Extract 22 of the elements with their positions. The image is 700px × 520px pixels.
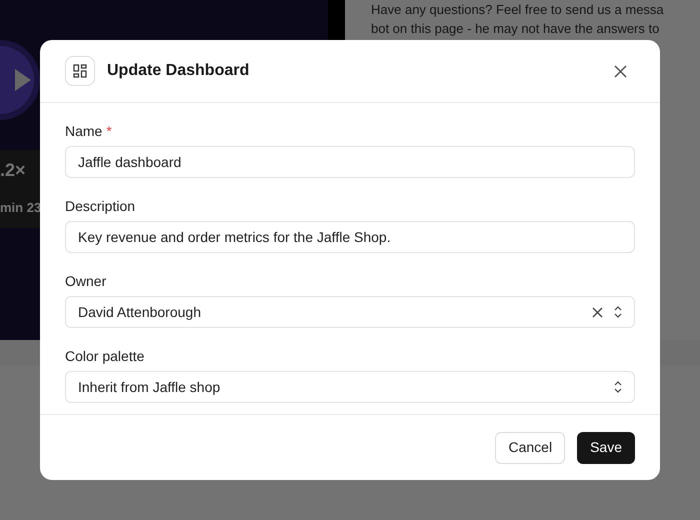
dialog-title: Update Dashboard — [107, 61, 250, 81]
input-field[interactable]: Jaffle dashboard — [65, 146, 635, 178]
dashboard-icon — [65, 56, 95, 86]
play-icon — [15, 69, 31, 91]
input-field[interactable]: Key revenue and order metrics for the Jaffle Shop. — [65, 221, 635, 253]
save-button[interactable]: Save — [577, 432, 635, 464]
chevron-up-down-icon — [614, 306, 622, 318]
field-label: Description — [65, 197, 136, 215]
chevron-up-down-icon — [614, 381, 622, 393]
close-icon[interactable] — [614, 64, 627, 78]
help-text-line: bot on this page - he may not have the answers to — [371, 20, 660, 38]
field-label: Color palette — [65, 347, 144, 365]
video-duration: min 23 — [0, 199, 42, 217]
field-label: Name — [65, 122, 102, 140]
help-text-line: Have any questions? Feel free to send us a messa — [371, 1, 665, 19]
cancel-button[interactable]: Cancel — [495, 432, 566, 464]
required-asterisk: * — [106, 122, 112, 140]
playback-speed: .2× — [0, 160, 26, 180]
clear-icon[interactable] — [592, 306, 603, 318]
select-field[interactable]: David Attenborough — [65, 296, 635, 328]
field-label: Owner — [65, 272, 106, 290]
select-field[interactable]: Inherit from Jaffle shop — [65, 371, 635, 403]
